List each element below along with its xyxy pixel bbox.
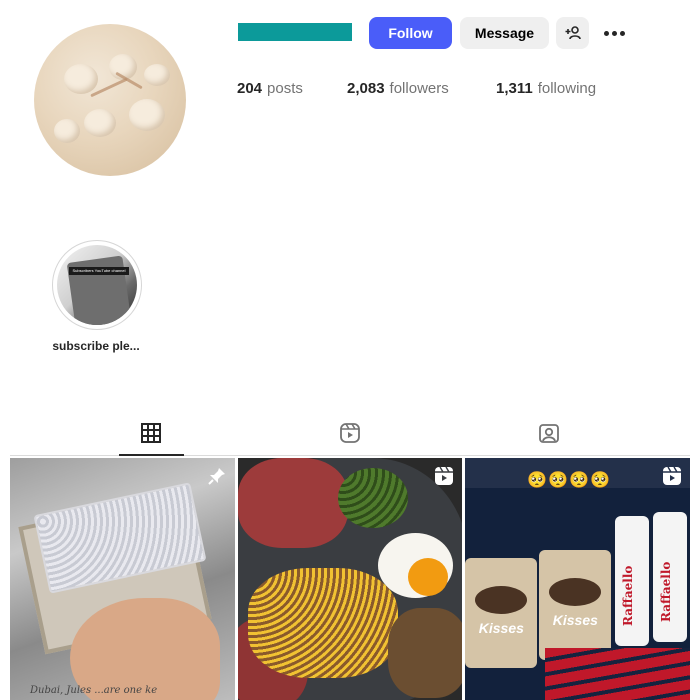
posts-count: 204	[237, 80, 263, 97]
post-image-bag-logo	[475, 586, 528, 614]
avatar-texture	[84, 109, 116, 137]
pin-icon	[207, 468, 225, 485]
post-image-red-bars	[545, 648, 691, 700]
post-image-broccoli	[337, 468, 408, 528]
post-image-bag: Kisses	[465, 558, 538, 668]
highlight-cover: Subscribers YouTube channel	[57, 245, 137, 325]
posts-stat: 204 posts	[237, 80, 303, 97]
tagged-icon	[539, 424, 559, 443]
more-options-icon[interactable]	[599, 24, 629, 42]
followers-stat[interactable]: 2,083 followers	[347, 80, 449, 97]
message-button[interactable]: Message	[460, 17, 549, 49]
post-image-bag: Kisses	[539, 550, 612, 660]
add-person-icon	[565, 26, 581, 40]
following-stat[interactable]: 1,311 following	[496, 80, 596, 97]
post-emoji-overlay: 🥺🥺🥺🥺	[527, 472, 612, 489]
follow-button[interactable]: Follow	[369, 17, 452, 49]
post-image-yolk	[407, 558, 448, 596]
post-tile[interactable]: Dubai, Jules ...are one ke	[10, 458, 235, 700]
tab-reels[interactable]	[332, 418, 368, 448]
post-image-raffaello-label: Raffaello	[659, 561, 674, 622]
username-redacted	[238, 23, 352, 41]
following-label: following	[537, 80, 597, 97]
avatar-texture	[129, 99, 165, 131]
followers-count: 2,083	[347, 80, 385, 97]
profile-avatar[interactable]	[34, 24, 186, 176]
posts-label: posts	[267, 80, 303, 97]
tabs-divider	[10, 455, 690, 456]
posts-grid: Dubai, Jules ...are one ke 🥺🥺🥺🥺 Kisses K…	[10, 458, 691, 700]
highlight-label: subscribe ple...	[52, 339, 140, 353]
post-image-bag-label: Kisses	[478, 620, 524, 636]
post-image-mushrooms	[387, 608, 463, 698]
post-image-corn	[247, 568, 398, 678]
post-image-raffaello: Raffaello	[615, 516, 650, 646]
highlight-phone-graphic	[66, 255, 132, 325]
active-tab-indicator	[119, 454, 184, 456]
avatar-texture	[64, 64, 98, 94]
post-tile[interactable]	[237, 458, 463, 700]
tab-tagged[interactable]	[531, 418, 567, 448]
highlight-banner: Subscribers YouTube channel	[69, 267, 129, 275]
post-tile[interactable]: 🥺🥺🥺🥺 Kisses Kisses Raffaello Raffaello	[465, 458, 691, 700]
post-image-raffaello: Raffaello	[653, 512, 688, 642]
tab-posts[interactable]	[133, 418, 169, 448]
following-count: 1,311	[496, 80, 533, 97]
post-image-meat	[237, 458, 348, 548]
post-caption-overlay: Dubai, Jules ...are one ke	[30, 685, 158, 696]
followers-label: followers	[389, 80, 449, 97]
post-image-bag-label: Kisses	[552, 612, 598, 628]
story-highlight[interactable]: Subscribers YouTube channel	[52, 240, 142, 330]
avatar-texture	[144, 64, 170, 86]
post-image-raffaello-label: Raffaello	[621, 565, 636, 626]
grid-icon	[141, 423, 161, 443]
reel-icon	[663, 466, 682, 485]
reel-icon	[435, 466, 454, 485]
reels-icon	[340, 423, 360, 443]
avatar-texture	[54, 119, 80, 143]
post-image-bag-logo	[549, 578, 602, 606]
suggested-users-button[interactable]	[556, 17, 589, 49]
